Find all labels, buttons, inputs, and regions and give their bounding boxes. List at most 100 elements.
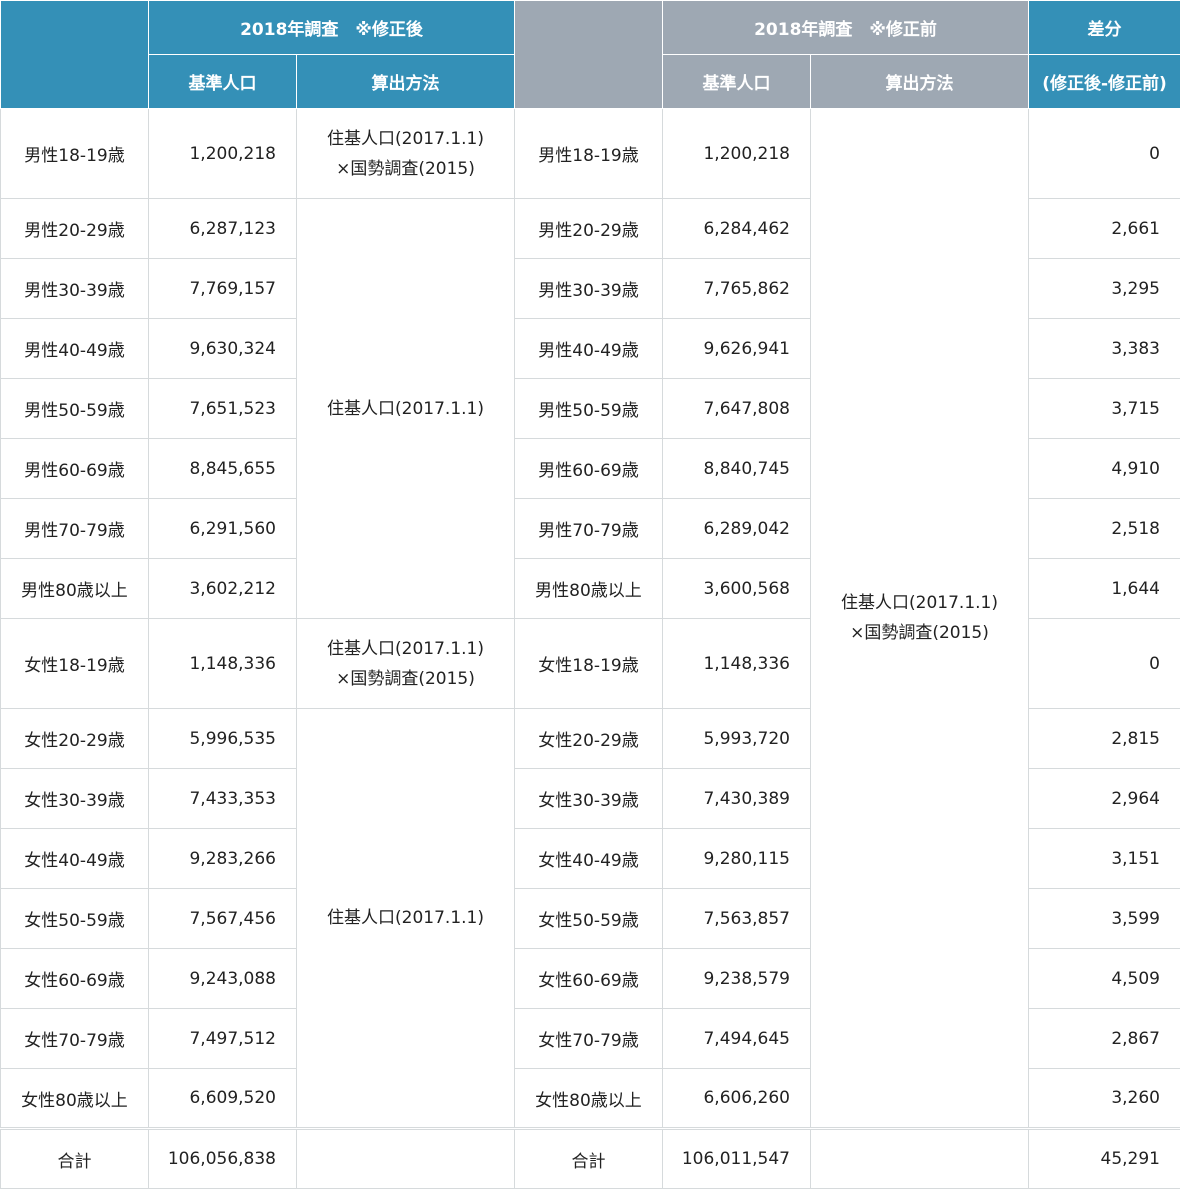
diff-value: 3,715 (1028, 378, 1180, 439)
row-label: 女性18-19歳 (0, 618, 149, 709)
after-value: 7,497,512 (148, 1008, 297, 1069)
row-label: 男性80歳以上 (0, 558, 149, 619)
row-label: 男性70-79歳 (0, 498, 149, 559)
before-value: 7,765,862 (662, 258, 811, 319)
before-value: 1,200,218 (662, 108, 811, 199)
table-row: 男性18-19歳 1,200,218 住基人口(2017.1.1) ×国勢調査(… (0, 108, 1180, 1129)
before-value: 3,600,568 (662, 558, 811, 619)
after-value: 3,602,212 (148, 558, 297, 619)
method-line-1: 住基人口(2017.1.1) (841, 593, 998, 613)
before-value: 7,563,857 (662, 888, 811, 949)
row-label: 女性20-29歳 (514, 708, 663, 769)
diff-value: 3,295 (1028, 258, 1180, 319)
before-value: 6,284,462 (662, 198, 811, 259)
total-row: 合計 106,056,838 合計 106,011,547 45,291 (0, 1127, 1180, 1189)
row-label: 男性70-79歳 (514, 498, 663, 559)
row-label: 男性20-29歳 (0, 198, 149, 259)
row-label: 女性50-59歳 (0, 888, 149, 949)
after-value: 9,283,266 (148, 828, 297, 889)
header-after-method: 算出方法 (296, 54, 515, 109)
diff-value: 2,815 (1028, 708, 1180, 769)
method-line-2: ×国勢調査(2015) (850, 623, 989, 643)
total-before-method-empty (810, 1127, 1029, 1189)
method-line-1: 住基人口(2017.1.1) (327, 128, 484, 149)
header-gray-spacer (514, 0, 663, 109)
row-label: 女性80歳以上 (514, 1068, 663, 1129)
after-method-cell: 住基人口(2017.1.1) (296, 708, 515, 1129)
header-after-base-pop: 基準人口 (148, 54, 297, 109)
after-value: 7,769,157 (148, 258, 297, 319)
before-value: 1,148,336 (662, 618, 811, 709)
after-method-cell: 住基人口(2017.1.1) ×国勢調査(2015) (296, 618, 515, 709)
after-value: 9,243,088 (148, 948, 297, 1009)
diff-value: 2,518 (1028, 498, 1180, 559)
diff-value: 2,867 (1028, 1008, 1180, 1069)
after-value: 1,148,336 (148, 618, 297, 709)
after-value: 6,287,123 (148, 198, 297, 259)
row-label: 女性50-59歳 (514, 888, 663, 949)
header-corner (0, 0, 149, 109)
row-label: 男性60-69歳 (514, 438, 663, 499)
row-label: 女性70-79歳 (514, 1008, 663, 1069)
before-value: 9,626,941 (662, 318, 811, 379)
before-method-cell: 住基人口(2017.1.1) ×国勢調査(2015) (810, 108, 1029, 1129)
row-label: 男性40-49歳 (514, 318, 663, 379)
total-label: 合計 (514, 1127, 663, 1189)
row-label: 男性60-69歳 (0, 438, 149, 499)
row-label: 女性60-69歳 (0, 948, 149, 1009)
after-method-cell: 住基人口(2017.1.1) ×国勢調査(2015) (296, 108, 515, 199)
row-label: 女性80歳以上 (0, 1068, 149, 1129)
before-value: 9,238,579 (662, 948, 811, 1009)
diff-value: 2,661 (1028, 198, 1180, 259)
total-before-value: 106,011,547 (662, 1127, 811, 1189)
total-after-method-empty (296, 1127, 515, 1189)
row-label: 女性40-49歳 (0, 828, 149, 889)
diff-value: 3,599 (1028, 888, 1180, 949)
row-label: 男性30-39歳 (514, 258, 663, 319)
total-diff-value: 45,291 (1028, 1127, 1180, 1189)
after-value: 7,651,523 (148, 378, 297, 439)
header-before-method: 算出方法 (810, 54, 1029, 109)
row-label: 女性20-29歳 (0, 708, 149, 769)
row-label: 男性50-59歳 (0, 378, 149, 439)
row-label: 男性40-49歳 (0, 318, 149, 379)
method-line-2: ×国勢調査(2015) (336, 158, 475, 179)
row-label: 女性30-39歳 (0, 768, 149, 829)
diff-value: 2,964 (1028, 768, 1180, 829)
diff-value: 3,151 (1028, 828, 1180, 889)
header-diff-title: 差分 (1028, 0, 1180, 55)
total-label: 合計 (0, 1127, 149, 1189)
diff-value: 3,260 (1028, 1068, 1180, 1129)
method-line-1: 住基人口(2017.1.1) (327, 638, 484, 659)
before-value: 5,993,720 (662, 708, 811, 769)
row-label: 男性20-29歳 (514, 198, 663, 259)
before-value: 7,494,645 (662, 1008, 811, 1069)
after-method-cell: 住基人口(2017.1.1) (296, 198, 515, 619)
row-label: 男性80歳以上 (514, 558, 663, 619)
row-label: 女性18-19歳 (514, 618, 663, 709)
diff-value: 4,910 (1028, 438, 1180, 499)
header-before-base-pop: 基準人口 (662, 54, 811, 109)
after-value: 9,630,324 (148, 318, 297, 379)
before-value: 7,647,808 (662, 378, 811, 439)
row-label: 男性18-19歳 (514, 108, 663, 199)
before-value: 9,280,115 (662, 828, 811, 889)
header-after-title: 2018年調査 ※修正後 (148, 0, 515, 55)
row-label: 女性30-39歳 (514, 768, 663, 829)
after-value: 7,433,353 (148, 768, 297, 829)
diff-value: 1,644 (1028, 558, 1180, 619)
after-value: 1,200,218 (148, 108, 297, 199)
diff-value: 0 (1028, 108, 1180, 199)
diff-value: 0 (1028, 618, 1180, 709)
after-value: 8,845,655 (148, 438, 297, 499)
row-label: 男性18-19歳 (0, 108, 149, 199)
after-value: 5,996,535 (148, 708, 297, 769)
before-value: 6,289,042 (662, 498, 811, 559)
header-before-title: 2018年調査 ※修正前 (662, 0, 1029, 55)
before-value: 6,606,260 (662, 1068, 811, 1129)
population-comparison-table: 2018年調査 ※修正後 2018年調査 ※修正前 差分 基準人口 算出方法 基… (0, 0, 1180, 1189)
after-value: 7,567,456 (148, 888, 297, 949)
header-diff-sub: (修正後-修正前) (1028, 54, 1180, 109)
diff-value: 4,509 (1028, 948, 1180, 1009)
diff-value: 3,383 (1028, 318, 1180, 379)
